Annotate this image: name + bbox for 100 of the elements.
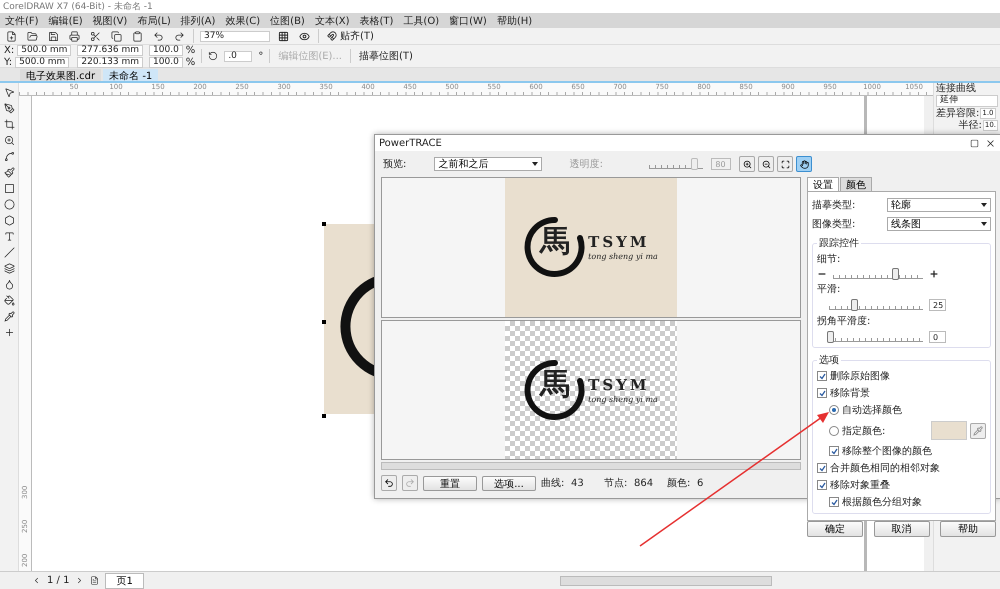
line-icon — [4, 247, 14, 258]
printer-button[interactable] — [67, 30, 82, 42]
fill-tool[interactable] — [2, 295, 16, 306]
checkbox[interactable] — [817, 463, 827, 473]
option-label: 自动选择颜色 — [842, 404, 902, 417]
line-tool[interactable] — [2, 247, 16, 258]
help-button[interactable]: 帮助 — [940, 521, 996, 537]
menu-item[interactable]: 窗口(W) — [449, 14, 487, 28]
menu-item[interactable]: 文本(X) — [314, 14, 350, 28]
brush-tool[interactable] — [2, 167, 16, 178]
fit-button[interactable] — [777, 156, 794, 172]
selection-handle[interactable] — [322, 320, 326, 324]
slider-value[interactable]: 0 — [929, 331, 946, 343]
width-field[interactable]: 277.636 mm — [77, 44, 144, 56]
image-type-select[interactable]: 线条图 — [887, 217, 991, 231]
slider-thumb[interactable] — [827, 330, 834, 342]
eyedropper-icon — [4, 311, 14, 322]
document-tab[interactable]: 未命名 -1 — [103, 69, 158, 81]
page-tab[interactable]: 页1 — [105, 572, 144, 588]
checkbox[interactable] — [817, 480, 827, 490]
tolerance-label: 差异容限: — [936, 108, 980, 119]
degree-sign: ° — [258, 50, 264, 62]
magnet-icon — [327, 31, 337, 41]
menu-item[interactable]: 效果(C) — [225, 14, 260, 28]
reset-button[interactable]: 重置 — [423, 476, 477, 490]
save-button[interactable] — [46, 30, 61, 42]
cancel-button[interactable]: 取消 — [874, 521, 930, 537]
pen-tool[interactable] — [2, 103, 16, 114]
eye-icon — [299, 30, 310, 42]
option-label: 删除原始图像 — [830, 370, 890, 383]
settings-tab[interactable]: 设置 — [807, 177, 839, 191]
layers-icon — [4, 263, 14, 274]
menu-item[interactable]: 帮助(H) — [496, 14, 532, 28]
checkbox[interactable] — [829, 497, 839, 507]
x-field[interactable]: 500.0 mm — [17, 44, 72, 56]
color-swatch[interactable] — [931, 421, 967, 440]
hand-icon — [800, 160, 809, 168]
slider-thumb[interactable] — [850, 298, 858, 310]
slider-value[interactable]: 25 — [929, 299, 946, 311]
preview-scrollbar[interactable] — [381, 462, 801, 470]
logo-character: 馬 — [540, 227, 570, 258]
grid-icon — [278, 30, 289, 42]
stat-label: 节点: — [604, 476, 628, 490]
zoom-field[interactable]: 37% — [200, 30, 270, 42]
zoom-out-button[interactable] — [758, 156, 774, 172]
document-tab[interactable]: 电子效果图.cdr — [20, 69, 102, 81]
copy-button[interactable] — [109, 30, 124, 42]
zoom-in-icon — [742, 160, 752, 168]
option-label: 合并颜色相同的相邻对象 — [830, 462, 940, 475]
menu-item[interactable]: 视图(V) — [92, 14, 128, 28]
y-field[interactable]: 500.0 mm — [15, 56, 70, 68]
menu-item[interactable]: 布局(L) — [137, 14, 171, 28]
slider-thumb[interactable] — [892, 268, 900, 280]
folder-button[interactable] — [25, 30, 40, 42]
radio-button[interactable] — [829, 405, 839, 415]
crop-tool[interactable] — [2, 119, 16, 130]
checkbox[interactable] — [817, 388, 827, 398]
percent-sign: % — [186, 56, 196, 68]
mode-field[interactable]: 延伸 — [936, 95, 998, 107]
selection-handle[interactable] — [322, 222, 326, 226]
add-page-icon — [90, 576, 100, 585]
option-label: 移除背景 — [830, 386, 870, 400]
trace-type-select[interactable]: 轮廓 — [887, 198, 991, 212]
scale-x-field[interactable]: 100.0 — [149, 44, 183, 56]
eyedropper-icon — [973, 426, 983, 436]
stat-label: 颜色: — [667, 476, 692, 490]
pen-icon — [4, 103, 14, 114]
menu-item[interactable]: 工具(O) — [403, 14, 440, 28]
settings-tab[interactable]: 颜色 — [840, 177, 872, 191]
selection-handle[interactable] — [322, 414, 326, 418]
trace-bitmap-button[interactable]: 描摹位图(T) — [356, 49, 415, 63]
height-field[interactable]: 220.133 mm — [77, 56, 144, 68]
zoom-in-button[interactable] — [739, 156, 756, 172]
preview-label: 预览: — [383, 158, 406, 171]
rotation-field[interactable]: .0 — [224, 50, 252, 62]
snap-button[interactable]: 贴齐(T) — [325, 29, 376, 43]
grid-button[interactable] — [276, 30, 291, 42]
menu-item[interactable]: 表格(T) — [360, 14, 394, 28]
menu-item[interactable]: 排列(A) — [180, 14, 216, 28]
ok-button[interactable]: 确定 — [807, 521, 863, 537]
checkbox[interactable] — [817, 371, 827, 381]
undo-button[interactable] — [381, 475, 397, 491]
eyedropper-button[interactable] — [970, 422, 986, 438]
radio-button[interactable] — [829, 426, 839, 436]
checkbox[interactable] — [829, 446, 839, 456]
option-label: 根据颜色分组对象 — [842, 496, 922, 509]
view-button[interactable] — [297, 30, 312, 42]
menu-item[interactable]: 编辑(E) — [48, 14, 83, 28]
menu-item[interactable]: 文件(F) — [5, 14, 39, 28]
options-button[interactable]: 选项... — [482, 476, 536, 490]
slider-label: 平滑: — [817, 283, 842, 296]
scale-y-field[interactable]: 100.0 — [149, 56, 183, 68]
layers-tool[interactable] — [2, 263, 16, 274]
fit-icon — [780, 160, 790, 168]
preview-select[interactable]: 之前和之后 — [434, 157, 542, 171]
ellipse-tool[interactable] — [2, 199, 16, 210]
horizontal-scrollbar[interactable] — [560, 576, 772, 586]
menu-item[interactable]: 位图(B) — [270, 14, 305, 28]
pan-button[interactable] — [796, 156, 812, 172]
polygon-icon — [4, 215, 14, 226]
